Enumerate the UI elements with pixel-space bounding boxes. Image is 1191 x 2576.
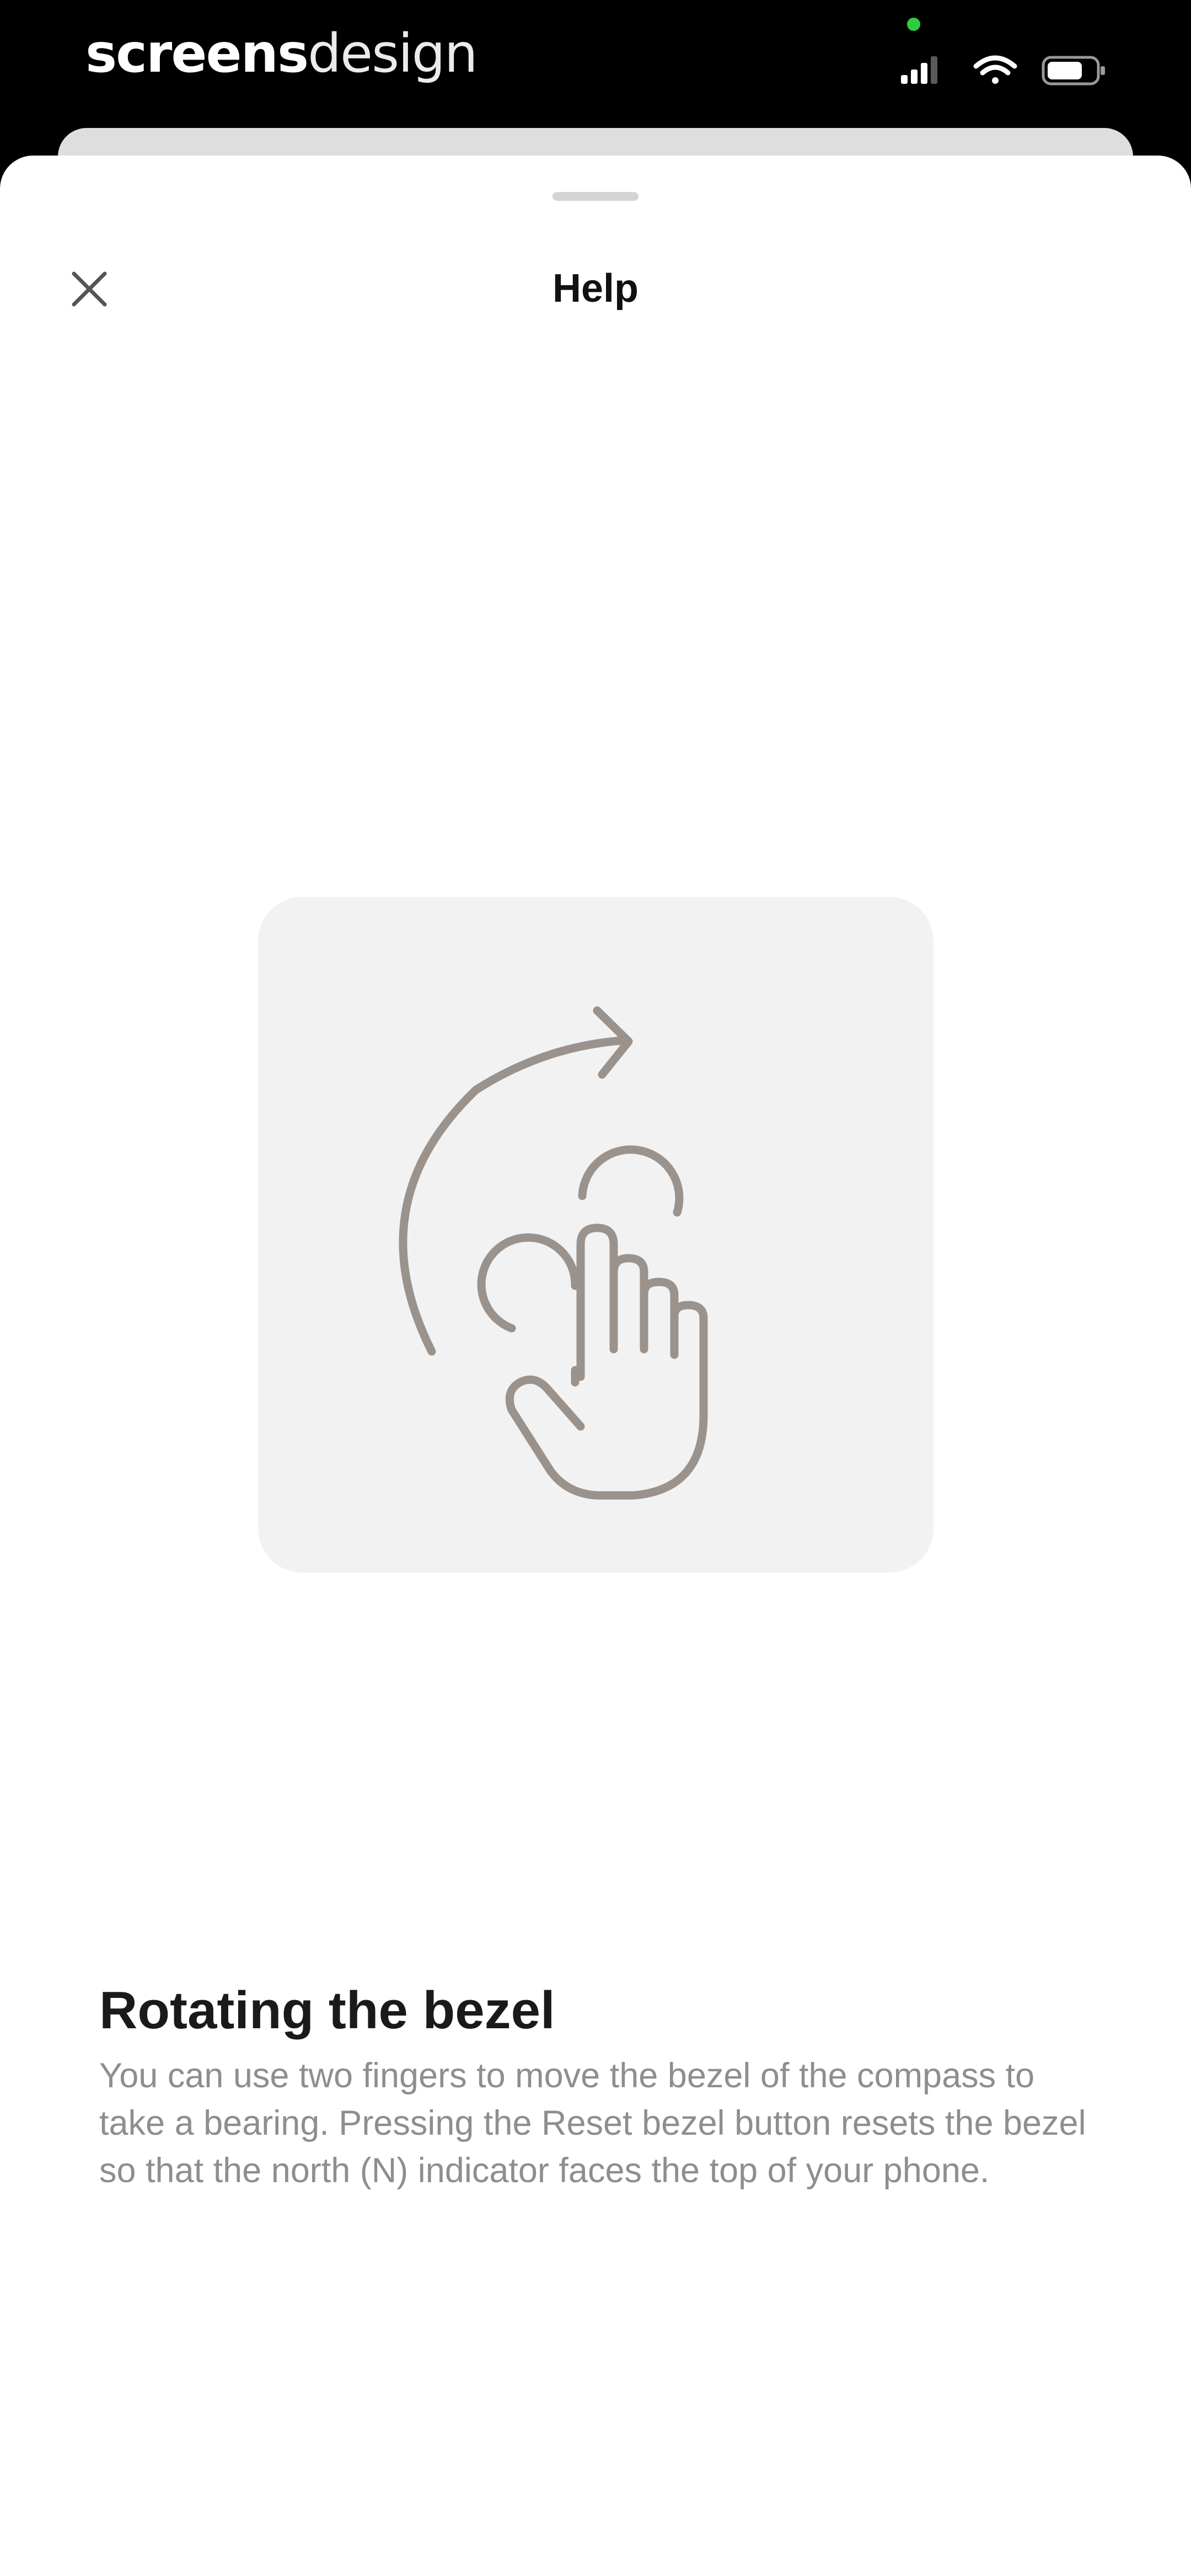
- gesture-illustration-card: [258, 897, 934, 1573]
- battery-icon: [1042, 56, 1105, 85]
- status-bar: screensdesign: [0, 0, 1191, 127]
- help-sheet: Help Rotating the bezel You can use two …: [0, 156, 1191, 2576]
- help-section-body: You can use two fingers to move the beze…: [99, 2056, 1086, 2190]
- brand-light-text: design: [308, 23, 478, 84]
- screensdesign-watermark: screensdesign: [85, 23, 478, 84]
- privacy-indicator-dot: [907, 18, 920, 31]
- wifi-icon: [973, 55, 1017, 84]
- help-section-heading: Rotating the bezel: [99, 1981, 555, 2040]
- brand-bold-text: screens: [85, 23, 309, 84]
- two-finger-rotate-gesture-icon: [399, 1006, 708, 1500]
- sheet-grabber-handle[interactable]: [552, 192, 639, 201]
- page-title: Help: [552, 266, 639, 311]
- cellular-signal-icon: [901, 56, 937, 84]
- status-icons: [901, 55, 1105, 85]
